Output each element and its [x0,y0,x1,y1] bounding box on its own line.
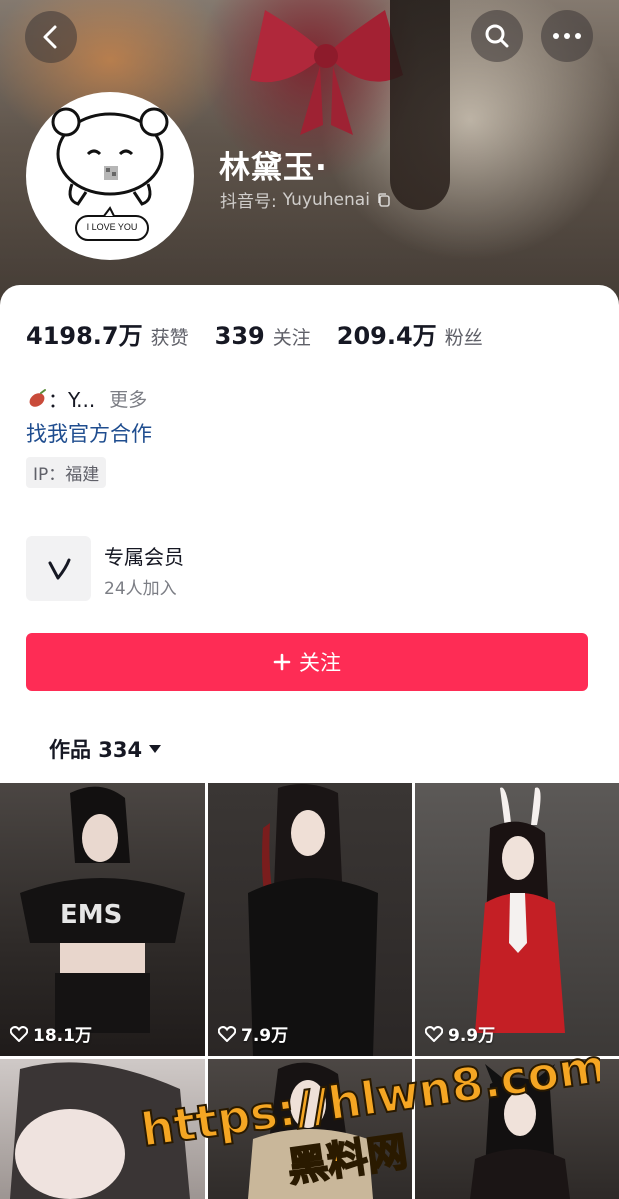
video-likes: 7.9万 [218,1021,288,1046]
stats-row: 4198.7万 获赞 339 关注 209.4万 粉丝 [26,316,509,351]
follow-button[interactable]: 关注 [26,633,588,691]
video-likes: 18.1万 [10,1021,92,1046]
ip-location-tag: IP：福建 [26,457,107,488]
video-thumbnail-figure [248,1062,373,1199]
tab-works[interactable]: 作品 334 [49,734,162,764]
bear-avatar-illustration [51,107,169,241]
stat-followers[interactable]: 209.4万 粉丝 [337,316,483,351]
profile-name: 林黛玉· [219,150,328,186]
douyin-id-value: Yuyuhenai [282,189,370,210]
video-likes-count: 7.9万 [241,1026,289,1046]
svg-text:EMS: EMS [60,900,122,930]
stat-label: 关注 [272,327,311,349]
heart-outline-icon [425,1025,443,1042]
video-thumbnail-figure [470,1064,570,1199]
video-likes-count: 9.9万 [448,1026,496,1046]
video-thumbnail[interactable] [415,1059,619,1199]
video-thumbnail-figure [475,787,565,1033]
stat-value: 4198.7万 [26,322,143,350]
stat-value: 339 [214,322,265,350]
bio-text: ：Y... [48,388,96,412]
sweet-potato-icon [29,388,46,407]
back-button[interactable] [25,11,77,63]
stat-value: 209.4万 [336,322,437,350]
douyin-id-label: 抖音号: [220,192,277,212]
video-thumbnail[interactable]: 9.9万 [415,783,619,1056]
more-horizontal-icon [553,33,581,39]
video-thumbnail[interactable]: 7.9万 [208,783,412,1056]
avatar[interactable]: I LOVE YOU [26,92,194,260]
video-thumbnail-figure: EMS [20,786,185,1033]
caret-down-icon [149,745,162,753]
stat-label: 粉丝 [444,327,483,349]
plus-icon [273,653,291,671]
heart-outline-icon [218,1025,236,1042]
heart-outline-icon [10,1025,28,1042]
cooperation-link[interactable]: 找我官方合作 [26,418,152,448]
chevron-left-icon [43,25,57,49]
banner-hair-decoration [390,0,450,210]
follow-button-label: 关注 [299,651,341,675]
douyin-id-row[interactable]: 抖音号: Yuyuhenai [220,187,392,212]
video-thumbnail[interactable] [208,1059,412,1199]
search-button[interactable] [471,10,523,62]
search-icon [485,24,509,48]
video-thumbnail-figure [10,1062,190,1199]
bio-line[interactable]: ：Y... 更多 [26,384,147,413]
membership-subtitle: 24人加入 [104,579,177,599]
avatar-caption: I LOVE YOU [86,222,138,232]
stat-following[interactable]: 339 关注 [215,322,311,350]
video-likes: 9.9万 [425,1021,495,1046]
video-thumbnail-figure [248,784,378,1056]
copy-icon[interactable] [376,192,392,208]
banner-bow-decoration [250,10,403,135]
video-thumbnail[interactable] [0,1059,205,1199]
bio-more-link[interactable]: 更多 [109,385,147,412]
membership-icon[interactable] [26,536,91,601]
stat-likes[interactable]: 4198.7万 获赞 [26,316,189,351]
works-tab-label: 作品 334 [49,738,143,762]
more-button[interactable] [541,10,593,62]
membership-title[interactable]: 专属会员 [104,541,184,570]
video-likes-count: 18.1万 [33,1026,92,1046]
v-logo-icon [48,558,70,579]
video-thumbnail[interactable]: EMS 18.1万 [0,783,205,1056]
stat-label: 获赞 [150,327,189,349]
